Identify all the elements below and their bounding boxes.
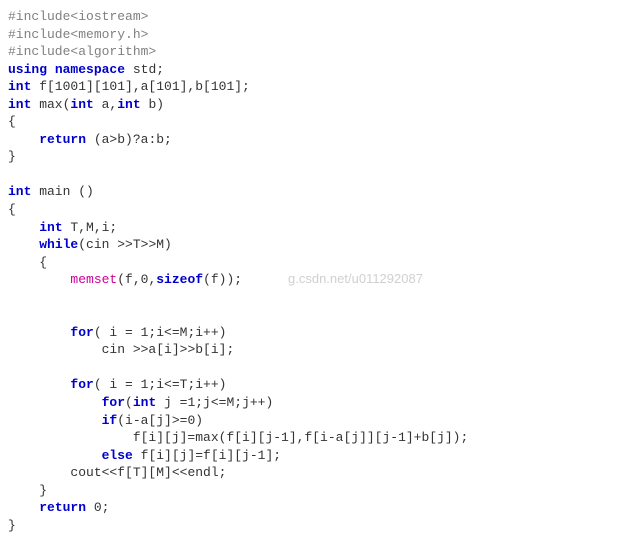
code-line: int main () [8,183,635,201]
token-kw: for [70,377,93,392]
code-line: memset(f,0,sizeof(f)); [8,271,635,289]
code-line [8,306,635,324]
token: f[1001][101],a[101],b[101]; [31,79,249,94]
token: f[i][j]=max(f[i][j-1],f[i-a[j]][j-1]+b[j… [133,430,468,445]
code-line [8,289,635,307]
code-line: } [8,482,635,500]
token: { [39,255,47,270]
token-pp: #include<algorithm> [8,44,156,59]
token: max( [31,97,70,112]
token: } [39,483,47,498]
token: (f)); [203,272,242,287]
token: std; [125,62,164,77]
code-line: return 0; [8,499,635,517]
token: (a>b)?a:b; [86,132,172,147]
code-line [8,166,635,184]
token-kw: else [102,448,133,463]
source-code: #include<iostream> #include<memory.h> #inc… [8,8,635,534]
token-kw: int [8,184,31,199]
token-kw: return [39,132,86,147]
token: f[i][j]=f[i][j-1]; [133,448,281,463]
token-pp: #include<memory.h> [8,27,148,42]
token-kw: int [8,97,31,112]
token: (f,0, [117,272,156,287]
code-line: #include<algorithm> [8,43,635,61]
token: 0; [86,500,109,515]
token: main () [31,184,93,199]
code-line: f[i][j]=max(f[i][j-1],f[i-a[j]][j-1]+b[j… [8,429,635,447]
code-line: for( i = 1;i<=M;i++) [8,324,635,342]
token: ( [125,395,133,410]
token-kw: int [70,97,93,112]
token: cout<<f[T][M]<<endl; [70,465,226,480]
code-line: } [8,148,635,166]
code-line: } [8,517,635,535]
token-kw: int [117,97,140,112]
code-line: if(i-a[j]>=0) [8,412,635,430]
token-kw: namespace [55,62,125,77]
token: (i-a[j]>=0) [117,413,203,428]
token: ( i = 1;i<=T;i++) [94,377,227,392]
code-line: #include<memory.h> [8,26,635,44]
token-kw: while [39,237,78,252]
token: T,M,i; [63,220,118,235]
token-fn: memset [70,272,117,287]
token-kw: int [133,395,156,410]
code-line: else f[i][j]=f[i][j-1]; [8,447,635,465]
token: } [8,518,16,533]
token: cin >>a[i]>>b[i]; [102,342,235,357]
token-kw: int [8,79,31,94]
token: { [8,114,16,129]
token: } [8,149,16,164]
token-kw: return [39,500,86,515]
token: a, [94,97,117,112]
code-line [8,359,635,377]
token-kw: sizeof [156,272,203,287]
code-line: using namespace std; [8,61,635,79]
token-kw: int [39,220,62,235]
token-kw: if [102,413,118,428]
token: b) [141,97,164,112]
code-line: { [8,201,635,219]
token [47,62,55,77]
code-line: for( i = 1;i<=T;i++) [8,376,635,394]
code-line: #include<iostream> [8,8,635,26]
code-line: int f[1001][101],a[101],b[101]; [8,78,635,96]
token-kw: for [70,325,93,340]
token-pp: #include<iostream> [8,9,148,24]
code-block: #include<iostream> #include<memory.h> #inc… [8,8,635,534]
token-kw: using [8,62,47,77]
code-line: int T,M,i; [8,219,635,237]
code-line: { [8,113,635,131]
code-line: while(cin >>T>>M) [8,236,635,254]
code-line: for(int j =1;j<=M;j++) [8,394,635,412]
code-line: cin >>a[i]>>b[i]; [8,341,635,359]
token: (cin >>T>>M) [78,237,172,252]
token: j =1;j<=M;j++) [156,395,273,410]
token: { [8,202,16,217]
token-kw: for [102,395,125,410]
code-line: return (a>b)?a:b; [8,131,635,149]
code-line: cout<<f[T][M]<<endl; [8,464,635,482]
token: ( i = 1;i<=M;i++) [94,325,227,340]
code-line: { [8,254,635,272]
code-line: int max(int a,int b) [8,96,635,114]
